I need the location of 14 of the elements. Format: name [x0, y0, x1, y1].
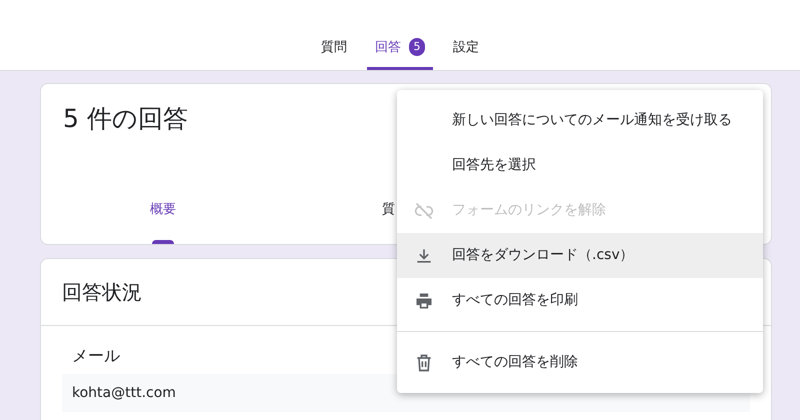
menu-item[interactable]: 回答先を選択	[397, 143, 763, 188]
card-title: 5 件の回答	[63, 103, 188, 135]
menu-item[interactable]: 回答をダウンロード（.csv）	[397, 233, 763, 278]
tab[interactable]: 質問	[313, 38, 355, 70]
menu-item[interactable]: 新しい回答についてのメール通知を受け取る	[397, 98, 763, 143]
tab[interactable]: 回答 5	[367, 38, 433, 70]
tab[interactable]: 概要	[41, 200, 285, 244]
printer-icon	[414, 290, 434, 310]
card-title: 回答状況	[62, 279, 142, 306]
menu-item[interactable]: すべての回答を印刷	[397, 278, 763, 323]
unlink-icon	[414, 200, 434, 220]
tab[interactable]: 設定	[445, 38, 487, 70]
field-label: メール	[72, 346, 120, 365]
count-badge: 5	[409, 38, 425, 56]
